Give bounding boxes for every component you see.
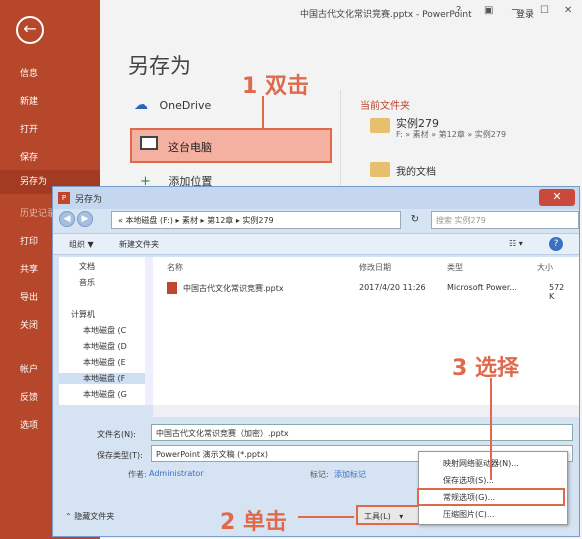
nav-drive-c[interactable]: 本地磁盘 (C	[83, 325, 126, 336]
back-icon[interactable]: ◀	[59, 211, 75, 227]
place-label: OneDrive	[159, 99, 212, 112]
folder-path: F: » 素材 » 第12章 » 实例279	[396, 130, 507, 139]
dialog-toolbar: 组织 ▼ 新建文件夹 ☷ ▾ ?	[53, 233, 579, 255]
new-folder-button[interactable]: 新建文件夹	[119, 239, 159, 250]
nav-music[interactable]: 音乐	[79, 277, 95, 288]
nav-print[interactable]: 打印	[20, 234, 38, 247]
nav-documents[interactable]: 文档	[79, 261, 95, 272]
login-link[interactable]: 登录	[516, 7, 534, 20]
horizontal-scrollbar[interactable]	[153, 405, 579, 417]
nav-feedback[interactable]: 反馈	[20, 390, 38, 403]
navigation-pane: 文档 音乐 计算机 本地磁盘 (C 本地磁盘 (D 本地磁盘 (E 本地磁盘 (…	[59, 257, 153, 405]
document-title: 中国古代文化常识竞赛.pptx - PowerPoint	[300, 10, 472, 20]
annotation-pointer	[298, 516, 354, 518]
menu-item-compress-pictures[interactable]: 压缩图片(C)...	[443, 509, 494, 520]
file-date: 2017/4/20 11:26	[359, 283, 426, 292]
nav-drive-e[interactable]: 本地磁盘 (E	[83, 357, 126, 368]
dialog-title-bar: P 另存为 ✕	[53, 187, 579, 209]
computer-icon	[140, 136, 158, 150]
nav-new[interactable]: 新建	[20, 94, 38, 107]
close-icon[interactable]: ✕	[564, 5, 572, 16]
cloud-icon: ☁	[134, 97, 148, 113]
chevron-down-icon: ▾	[399, 512, 404, 521]
nav-history[interactable]: 历史记录	[20, 206, 56, 219]
divider	[340, 90, 341, 190]
ribbon-display-icon[interactable]: ▣	[484, 5, 493, 16]
chevron-up-icon: ⌃	[65, 512, 72, 521]
col-date[interactable]: 修改日期	[359, 262, 391, 273]
author-value[interactable]: Administrator	[149, 469, 204, 478]
pptx-file-icon	[167, 282, 177, 294]
hide-folders-button[interactable]: ⌃ 隐藏文件夹	[65, 511, 114, 522]
author-label: 作者:	[128, 470, 147, 479]
filetype-label: 保存类型(T):	[97, 451, 143, 460]
nav-save[interactable]: 保存	[20, 150, 38, 163]
nav-close[interactable]: 关闭	[20, 318, 38, 331]
place-label: 这台电脑	[168, 141, 212, 154]
nav-export[interactable]: 导出	[20, 290, 38, 303]
annotation-step2: 2 单击	[220, 510, 287, 535]
tags-value[interactable]: 添加标记	[334, 469, 366, 480]
forward-icon[interactable]: ▶	[77, 211, 93, 227]
file-type: Microsoft Power...	[447, 283, 518, 292]
title-bar: 中国古代文化常识竞赛.pptx - PowerPoint 登录 ? ▣ ─ ☐ …	[100, 0, 582, 26]
nav-share[interactable]: 共享	[20, 262, 38, 275]
page-title: 另存为	[128, 54, 191, 78]
nav-scrollbar[interactable]	[145, 257, 153, 405]
col-size[interactable]: 大小	[537, 262, 553, 273]
place-this-pc[interactable]: 这台电脑	[130, 128, 332, 163]
nav-drive-g[interactable]: 本地磁盘 (G	[83, 389, 127, 400]
breadcrumb[interactable]: « 本地磁盘 (F:) ▸ 素材 ▸ 第12章 ▸ 实例279	[111, 211, 401, 229]
nav-options[interactable]: 选项	[20, 418, 38, 431]
file-list: 名称 修改日期 类型 大小 中国古代文化常识竞赛.pptx 2017/4/20 …	[153, 257, 579, 405]
nav-computer[interactable]: 计算机	[71, 309, 95, 320]
menu-item-map-drive[interactable]: 映射网络驱动器(N)...	[443, 458, 519, 469]
nav-account[interactable]: 帐户	[20, 362, 38, 375]
file-size: 572 K	[549, 283, 565, 301]
powerpoint-icon: P	[58, 192, 70, 204]
menu-item-general-options[interactable]: 常规选项(G)...	[443, 492, 495, 503]
organize-button[interactable]: 组织 ▼	[69, 239, 94, 250]
table-row[interactable]: 中国古代文化常识竞赛.pptx 2017/4/20 11:26 Microsof…	[167, 281, 567, 301]
search-input[interactable]: 搜索 实例279	[431, 211, 579, 229]
nav-drive-f[interactable]: 本地磁盘 (F	[59, 373, 145, 384]
place-onedrive[interactable]: ☁ OneDrive	[134, 97, 211, 113]
folder-name[interactable]: 我的文档	[396, 163, 436, 178]
current-folder-heading: 当前文件夹	[360, 101, 410, 112]
tools-menu: 映射网络驱动器(N)... 保存选项(S)... 常规选项(G)... 压缩图片…	[417, 451, 568, 525]
col-name[interactable]: 名称	[167, 262, 183, 273]
nav-open[interactable]: 打开	[20, 122, 38, 135]
col-type[interactable]: 类型	[447, 262, 463, 273]
tags-label: 标记:	[310, 470, 329, 479]
back-arrow-icon[interactable]: ←	[16, 16, 44, 44]
help-icon[interactable]: ?	[549, 237, 563, 251]
annotation-step1: 1 双击	[242, 74, 309, 99]
annotation-pointer	[490, 378, 492, 480]
file-name: 中国古代文化常识竞赛.pptx	[183, 284, 284, 293]
annotation-step3: 3 选择	[452, 356, 519, 381]
help-icon[interactable]: ?	[456, 5, 461, 16]
filename-input[interactable]: 中国古代文化常识竞赛（加密）.pptx	[151, 424, 573, 441]
menu-item-save-options[interactable]: 保存选项(S)...	[443, 475, 494, 486]
tools-button[interactable]: 工具(L) ▾	[356, 505, 422, 525]
dialog-close-button[interactable]: ✕	[539, 189, 575, 206]
hide-folders-label: 隐藏文件夹	[74, 512, 115, 521]
annotation-pointer	[262, 96, 264, 128]
folder-icon	[370, 162, 390, 177]
view-menu-icon[interactable]: ☷ ▾	[509, 239, 523, 248]
minimize-icon[interactable]: ─	[512, 5, 518, 16]
nav-drive-d[interactable]: 本地磁盘 (D	[83, 341, 127, 352]
tools-label: 工具(L)	[364, 512, 391, 521]
filename-label: 文件名(N):	[97, 430, 136, 439]
maximize-icon[interactable]: ☐	[540, 5, 549, 16]
folder-icon	[370, 118, 390, 133]
refresh-icon[interactable]: ↻	[405, 211, 425, 229]
dialog-title: 另存为	[75, 195, 103, 205]
nav-info[interactable]: 信息	[20, 66, 38, 79]
address-bar: ◀ ▶ « 本地磁盘 (F:) ▸ 素材 ▸ 第12章 ▸ 实例279 ↻ 搜索…	[59, 209, 579, 231]
